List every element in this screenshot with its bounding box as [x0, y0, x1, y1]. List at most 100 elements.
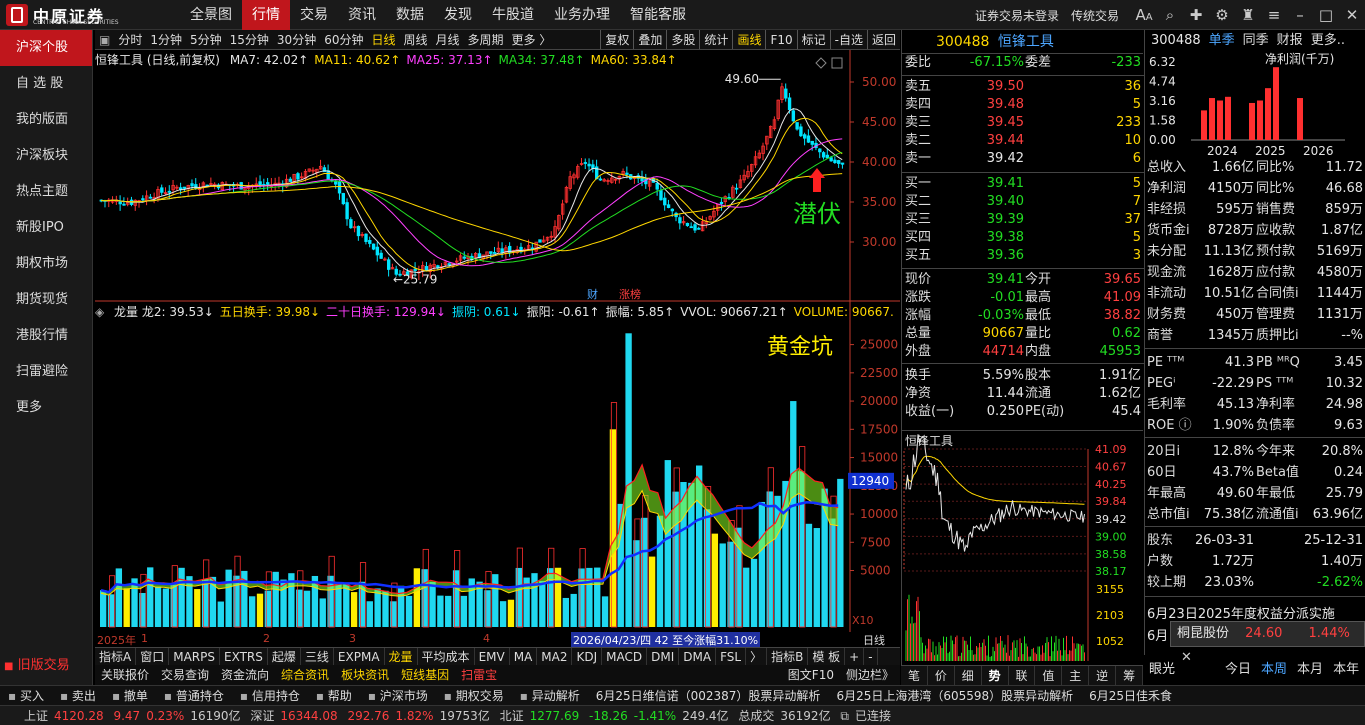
fin-notice[interactable]: 6月23日2025年度权益分派实施 — [1147, 603, 1335, 622]
period-tab-1[interactable]: 1分钟 — [146, 30, 186, 49]
sidebar-item-9[interactable]: 扫雷避险 — [0, 354, 92, 390]
period-tab-4[interactable]: 30分钟 — [273, 30, 320, 49]
chart-tool-3[interactable]: 统计 — [699, 30, 732, 49]
close-icon[interactable]: ✕ — [1342, 5, 1362, 25]
chart-tool-1[interactable]: 叠加 — [633, 30, 666, 49]
look-tab-2[interactable]: 本月 — [1292, 655, 1328, 685]
indicator-tab-4[interactable]: 起爆 — [268, 648, 301, 665]
sidebar-item-4[interactable]: 热点主题 — [0, 174, 92, 210]
nav-item-4[interactable]: 数据 — [386, 0, 434, 30]
indicator-tab-16[interactable]: FSL — [716, 648, 747, 665]
look-tab-3[interactable]: 本年 — [1328, 655, 1364, 685]
link-item-5[interactable]: 短线基因 — [395, 665, 455, 685]
diamond-icon[interactable] — [815, 57, 827, 69]
sidebar-item-6[interactable]: 期权市场 — [0, 246, 92, 282]
period-tab-6[interactable]: 日线 — [367, 30, 399, 49]
mini-tab-4[interactable]: 联 — [1009, 666, 1036, 685]
link-item-1[interactable]: 交易查询 — [155, 665, 215, 685]
look-tab-0[interactable]: 今日 — [1220, 655, 1256, 685]
search-icon[interactable]: ⌕ — [1160, 5, 1180, 25]
ask-row[interactable]: 卖一 39.42 6 — [902, 150, 1144, 168]
help-button[interactable]: ▪ 帮助 — [308, 686, 360, 705]
link-item-4[interactable]: 板块资讯 — [335, 665, 395, 685]
chart-tool-6[interactable]: 标记 — [796, 30, 830, 49]
mini-tab-8[interactable]: 筹 — [1116, 666, 1144, 685]
indicator-tab-9[interactable]: EMV — [475, 648, 510, 665]
chart-tool-4[interactable]: 画线 — [732, 30, 765, 49]
bid-row[interactable]: 买四 39.38 5 — [902, 229, 1144, 247]
mini-tab-3[interactable]: 势 — [982, 666, 1009, 685]
sidebar-item-2[interactable]: 我的版面 — [0, 102, 92, 138]
fin-tab-3[interactable]: 更多.. — [1307, 30, 1349, 52]
news-item-9[interactable]: 6月25日维信诺（002387）股票异动解析 — [588, 686, 829, 705]
maximize-icon[interactable]: □ — [1316, 5, 1336, 25]
indicator-tab-2[interactable]: MARPS — [169, 648, 220, 665]
mini-tab-6[interactable]: 主 — [1062, 666, 1090, 685]
period-tab-2[interactable]: 5分钟 — [186, 30, 226, 49]
market-button[interactable]: ▪ 沪深市场 — [360, 686, 436, 705]
fin-tab-2[interactable]: 财报 — [1273, 30, 1307, 52]
link-item-6[interactable]: 扫雷宝 — [455, 665, 503, 685]
gear-icon[interactable]: ⚙ — [1212, 5, 1232, 25]
window-icon[interactable] — [831, 57, 843, 69]
chart-tool-7[interactable]: -自选 — [829, 30, 867, 49]
nav-item-8[interactable]: 智能客服 — [620, 0, 696, 30]
menu-icon[interactable]: ≡ — [1264, 5, 1284, 25]
period-tab-9[interactable]: 多周期 — [464, 30, 508, 49]
link-item-0[interactable]: 关联报价 — [95, 665, 155, 685]
login-status[interactable]: 证券交易未登录 — [975, 7, 1059, 24]
volume-indicator-chart[interactable]: 2500022500200001750015000125001000075005… — [95, 302, 900, 632]
ask-row[interactable]: 卖三 39.45 233 — [902, 114, 1144, 132]
sidebar-item-3[interactable]: 沪深板块 — [0, 138, 92, 174]
sidebar-item-7[interactable]: 期货现货 — [0, 282, 92, 318]
sidebar-item-10[interactable]: 更多 — [0, 390, 92, 426]
nav-item-7[interactable]: 业务办理 — [544, 0, 620, 30]
link-item-8[interactable]: 侧边栏》 — [840, 665, 900, 685]
credit-button[interactable]: ▪ 信用持仓 — [232, 686, 308, 705]
cancel-button[interactable]: ▪ 撤单 — [104, 686, 156, 705]
period-tab-8[interactable]: 月线 — [432, 30, 464, 49]
period-tab-10[interactable]: 更多 〉 — [508, 30, 556, 49]
indicator-tab-15[interactable]: DMA — [679, 648, 717, 665]
sidebar-item-0[interactable]: 沪深个股 — [0, 30, 92, 66]
mini-tab-1[interactable]: 价 — [928, 666, 955, 685]
period-tab-7[interactable]: 周线 — [400, 30, 432, 49]
nav-item-6[interactable]: 牛股道 — [482, 0, 544, 30]
position-button[interactable]: ▪ 普通持仓 — [156, 686, 232, 705]
fin-tab-1[interactable]: 同季 — [1239, 30, 1273, 52]
sell-button[interactable]: ▪ 卖出 — [52, 686, 104, 705]
intraday-mini-chart[interactable]: 恒锋工具 41.09 40.67 40.25 39.84 39.42 39.00 38.58… — [901, 430, 1143, 665]
indicator-tab-19[interactable]: 模 板 — [808, 648, 846, 665]
fin-notice2[interactable]: 6月 — [1147, 625, 1168, 644]
indicator-tab-3[interactable]: EXTRS — [220, 648, 268, 665]
sidebar-item-8[interactable]: 港股行情 — [0, 318, 92, 354]
indicator-tab-1[interactable]: 窗口 — [136, 648, 170, 665]
indicator-tab-11[interactable]: MA2 — [537, 648, 573, 665]
indicator-tab-13[interactable]: MACD — [602, 648, 648, 665]
nav-item-1[interactable]: 行情 — [242, 0, 290, 30]
period-tab-3[interactable]: 15分钟 — [226, 30, 273, 49]
shirt-icon[interactable]: ♜ — [1238, 5, 1258, 25]
period-tab-5[interactable]: 60分钟 — [320, 30, 367, 49]
ask-row[interactable]: 卖五 39.50 36 — [902, 78, 1144, 96]
link-item-3[interactable]: 综合资讯 — [275, 665, 335, 685]
nav-item-2[interactable]: 交易 — [290, 0, 338, 30]
indicator-tab-12[interactable]: KDJ — [572, 648, 603, 665]
bid-row[interactable]: 买五 39.36 3 — [902, 247, 1144, 265]
nav-item-0[interactable]: 全景图 — [180, 0, 242, 30]
sidebar-item-5[interactable]: 新股IPO — [0, 210, 92, 246]
mini-tab-5[interactable]: 值 — [1035, 666, 1063, 685]
indicator-tab-20[interactable]: + — [845, 648, 865, 665]
nav-item-3[interactable]: 资讯 — [338, 0, 386, 30]
indicator-tab-7[interactable]: 龙量 — [385, 648, 418, 665]
look-tab-1[interactable]: 本周 — [1256, 655, 1292, 685]
indicator-tab-5[interactable]: 三线 — [301, 648, 334, 665]
traditional-trade-link[interactable]: 传统交易 — [1071, 7, 1119, 24]
collapse-icon[interactable]: ◈ — [95, 305, 108, 319]
news-item-11[interactable]: 6月25日佳禾食 — [1081, 686, 1180, 705]
indicator-tab-10[interactable]: MA — [510, 648, 538, 665]
finance-tag[interactable]: 财 — [587, 287, 598, 301]
kline-chart[interactable]: 50.00 45.00 40.00 35.00 30.00 49.60 ←25.79 潜伏财 涨… — [95, 50, 900, 302]
old-version-trade-link[interactable]: ■ 旧版交易 — [0, 655, 93, 677]
indicator-tab-17[interactable]: 〉 — [746, 648, 768, 665]
